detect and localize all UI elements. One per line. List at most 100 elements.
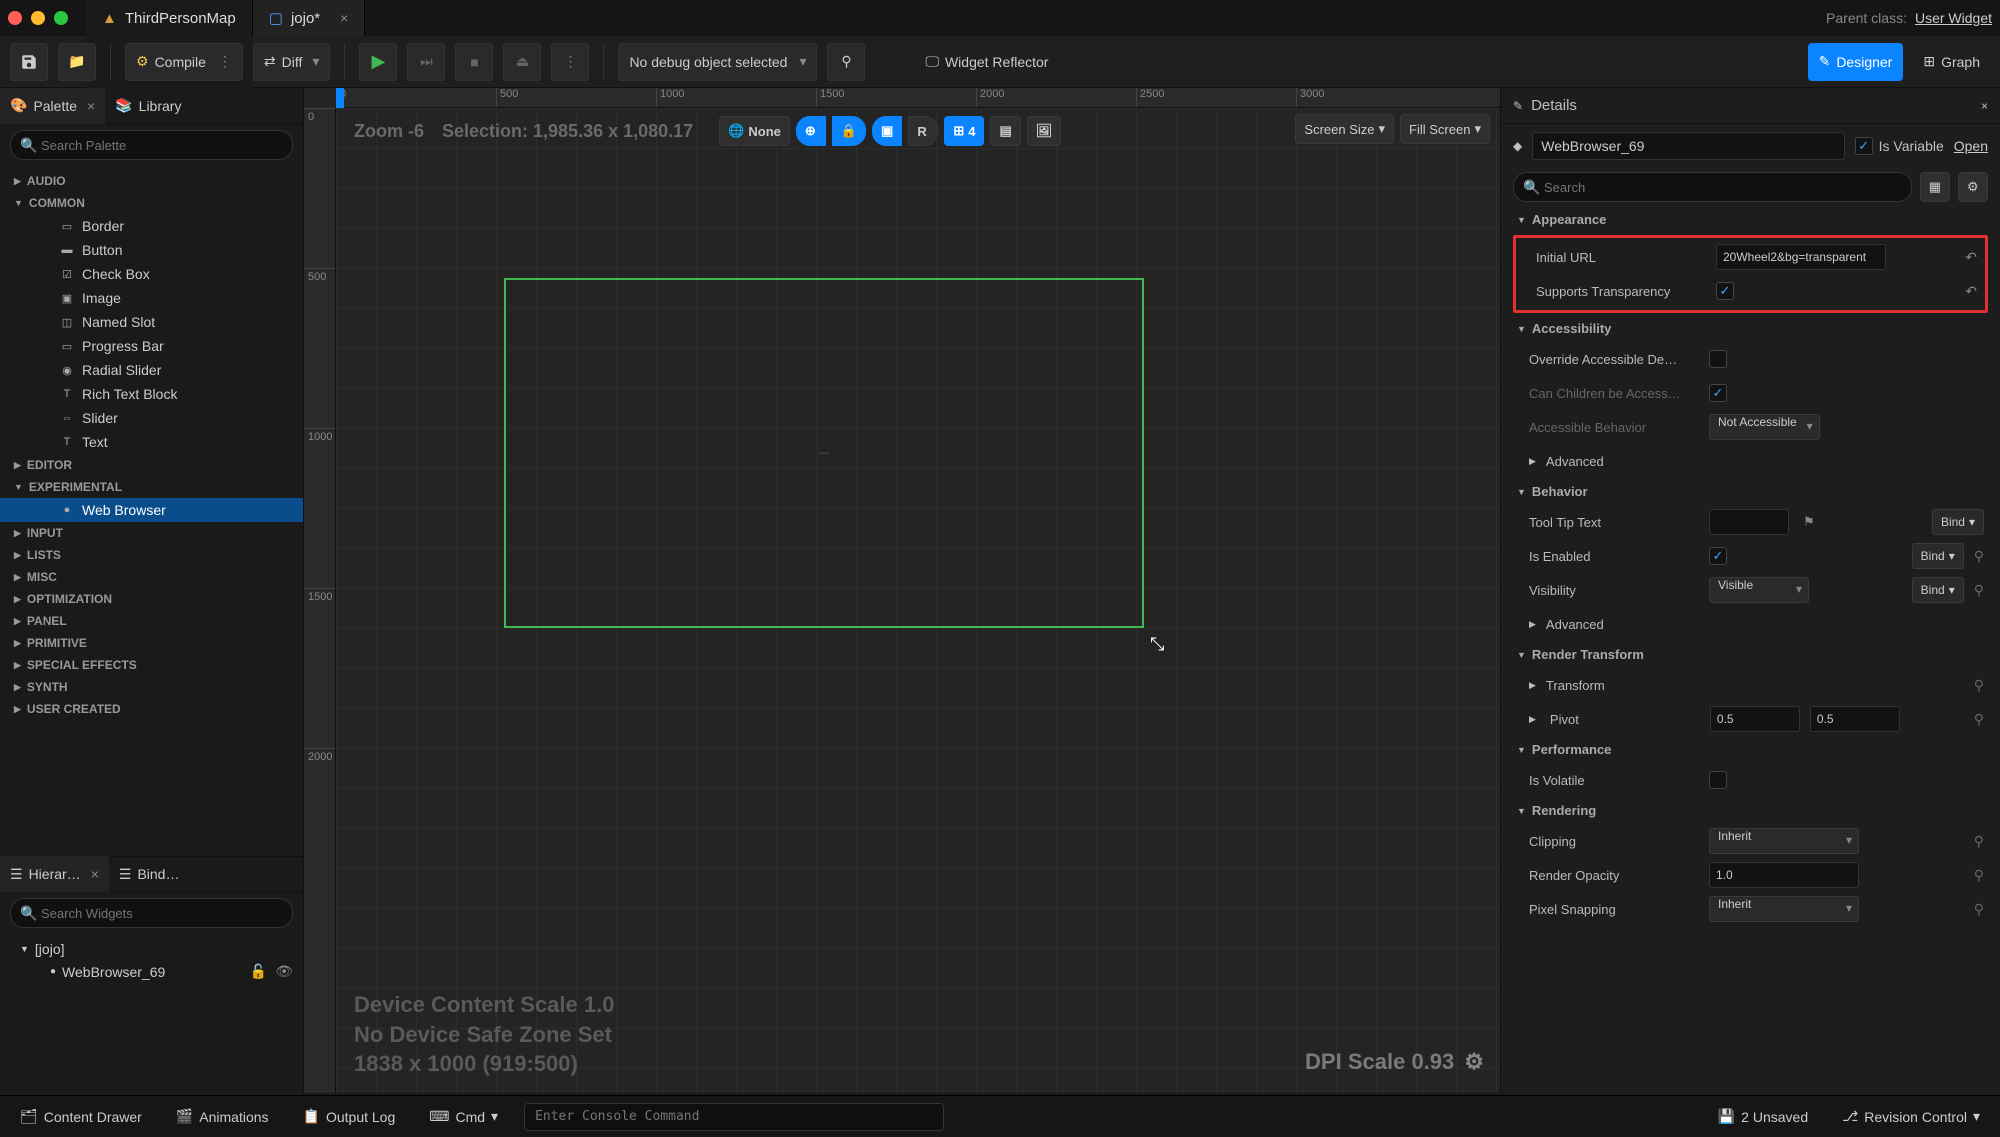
palette-item-text[interactable]: TText xyxy=(0,430,303,454)
details-search-input[interactable] xyxy=(1513,172,1912,202)
reset-icon[interactable]: ↶ xyxy=(1965,283,1977,300)
enabled-bind-button[interactable]: Bind▾ xyxy=(1912,543,1964,569)
flag-icon[interactable]: ⚑ xyxy=(1803,514,1815,530)
link-icon[interactable]: ⚲ xyxy=(1974,582,1984,599)
palette-tree[interactable]: ▶AUDIO ▼COMMON ▭Border ▬Button ☑Check Bo… xyxy=(0,166,303,856)
transform-row[interactable]: ▶Transform⚲ xyxy=(1509,668,1992,702)
bindings-tab[interactable]: ☰Bind… xyxy=(109,856,190,892)
palette-item-checkbox[interactable]: ☑Check Box xyxy=(0,262,303,286)
layout-toggle[interactable]: ▣ xyxy=(872,116,902,146)
palette-search-input[interactable] xyxy=(10,130,293,160)
debug-object-dropdown[interactable]: No debug object selected▾ xyxy=(618,43,817,81)
graph-mode-button[interactable]: ⊞Graph xyxy=(1913,43,1990,81)
r-button[interactable]: R xyxy=(908,116,938,146)
category-optimization[interactable]: ▶OPTIMIZATION xyxy=(0,588,303,610)
palette-item-richtext[interactable]: TRich Text Block xyxy=(0,382,303,406)
preview-bg-button[interactable]: ▤ xyxy=(990,116,1020,146)
window-minimize-dot[interactable] xyxy=(31,11,45,25)
palette-tab[interactable]: 🎨Palette× xyxy=(0,88,105,124)
close-tab-icon[interactable]: × xyxy=(340,10,348,26)
find-in-cb-button[interactable]: ⚲ xyxy=(827,43,865,81)
save-button[interactable] xyxy=(10,43,48,81)
open-link[interactable]: Open xyxy=(1954,138,1988,154)
selected-widget-outline[interactable]: — xyxy=(504,278,1144,628)
category-primitive[interactable]: ▶PRIMITIVE xyxy=(0,632,303,654)
initial-url-input[interactable] xyxy=(1716,244,1886,270)
diff-button[interactable]: ⇄Diff▾ xyxy=(253,43,331,81)
link-icon[interactable]: ⚲ xyxy=(1974,867,1984,884)
tooltip-bind-button[interactable]: Bind▾ xyxy=(1932,509,1984,535)
section-appearance[interactable]: ▼Appearance xyxy=(1509,206,1992,233)
visibility-bind-button[interactable]: Bind▾ xyxy=(1912,577,1964,603)
link-icon[interactable]: ⚲ xyxy=(1974,711,1984,728)
lock-toggle-2[interactable]: 🔒 xyxy=(832,116,866,146)
palette-item-border[interactable]: ▭Border xyxy=(0,214,303,238)
close-icon[interactable]: × xyxy=(87,98,95,114)
palette-item-button[interactable]: ▬Button xyxy=(0,238,303,262)
lock-toggle-1[interactable]: ⊕ xyxy=(796,116,826,146)
category-experimental[interactable]: ▼EXPERIMENTAL xyxy=(0,476,303,498)
designer-canvas[interactable]: 0 500 1000 1500 2000 2500 3000 0 500 100… xyxy=(304,88,1500,1093)
play-options-button[interactable]: ⋮ xyxy=(551,43,589,81)
volatile-checkbox[interactable] xyxy=(1709,771,1727,789)
accessibility-advanced[interactable]: ▶Advanced xyxy=(1509,444,1992,478)
revision-control-button[interactable]: ⎇Revision Control▾ xyxy=(1834,1108,1988,1125)
visibility-dropdown[interactable]: Visible xyxy=(1709,577,1809,603)
eject-button[interactable]: ⏏ xyxy=(503,43,541,81)
screen-size-dropdown[interactable]: Screen Size▾ xyxy=(1295,114,1394,144)
close-details-icon[interactable]: × xyxy=(1981,99,1988,113)
pivot-x-input[interactable] xyxy=(1710,706,1800,732)
is-variable-checkbox[interactable]: ✓ xyxy=(1855,137,1873,155)
supports-transparency-checkbox[interactable]: ✓ xyxy=(1716,282,1734,300)
grid-snap-button[interactable]: ⊞4 xyxy=(944,116,984,146)
behavior-advanced[interactable]: ▶Advanced xyxy=(1509,607,1992,641)
section-behavior[interactable]: ▼Behavior xyxy=(1509,478,1992,505)
category-specialfx[interactable]: ▶SPECIAL EFFECTS xyxy=(0,654,303,676)
parent-class-link[interactable]: User Widget xyxy=(1915,10,1992,26)
section-performance[interactable]: ▼Performance xyxy=(1509,736,1992,763)
loc-button[interactable]: 🌐None xyxy=(719,116,790,146)
gear-icon[interactable]: ⚙ xyxy=(1464,1049,1484,1075)
category-misc[interactable]: ▶MISC xyxy=(0,566,303,588)
link-icon[interactable]: ⚲ xyxy=(1974,548,1984,565)
opacity-input[interactable] xyxy=(1709,862,1859,888)
palette-item-webbrowser[interactable]: ●Web Browser xyxy=(0,498,303,522)
console-input[interactable] xyxy=(524,1103,944,1131)
step-button[interactable]: ⏭ xyxy=(407,43,445,81)
output-log-button[interactable]: 📋Output Log xyxy=(295,1108,404,1125)
reset-icon[interactable]: ↶ xyxy=(1965,249,1977,266)
category-input[interactable]: ▶INPUT xyxy=(0,522,303,544)
category-editor[interactable]: ▶EDITOR xyxy=(0,454,303,476)
override-accessible-checkbox[interactable] xyxy=(1709,350,1727,368)
pivot-y-input[interactable] xyxy=(1810,706,1900,732)
window-close-dot[interactable] xyxy=(8,11,22,25)
fill-screen-dropdown[interactable]: Fill Screen▾ xyxy=(1400,114,1490,144)
category-common[interactable]: ▼COMMON xyxy=(0,192,303,214)
section-render-transform[interactable]: ▼Render Transform xyxy=(1509,641,1992,668)
component-name-input[interactable] xyxy=(1532,132,1844,160)
library-tab[interactable]: 📚Library xyxy=(105,88,191,124)
window-zoom-dot[interactable] xyxy=(54,11,68,25)
cmd-dropdown[interactable]: ⌨Cmd▾ xyxy=(421,1108,506,1125)
browse-button[interactable]: 📁 xyxy=(58,43,96,81)
palette-item-slider[interactable]: ⇔Slider xyxy=(0,406,303,430)
widget-reflector-button[interactable]: 🖵Widget Reflector xyxy=(915,43,1058,81)
palette-item-progressbar[interactable]: ▭Progress Bar xyxy=(0,334,303,358)
property-matrix-button[interactable]: ▦ xyxy=(1920,172,1950,202)
link-icon[interactable]: ⚲ xyxy=(1974,833,1984,850)
image-button[interactable]: 🖼 xyxy=(1027,116,1062,146)
section-rendering[interactable]: ▼Rendering xyxy=(1509,797,1992,824)
category-audio[interactable]: ▶AUDIO xyxy=(0,170,303,192)
category-synth[interactable]: ▶SYNTH xyxy=(0,676,303,698)
link-icon[interactable]: ⚲ xyxy=(1974,677,1984,694)
palette-item-radialslider[interactable]: ◉Radial Slider xyxy=(0,358,303,382)
unsaved-button[interactable]: 💾2 Unsaved xyxy=(1710,1108,1816,1125)
section-accessibility[interactable]: ▼Accessibility xyxy=(1509,315,1992,342)
compile-button[interactable]: ⚙Compile⋮ xyxy=(125,43,243,81)
play-button[interactable]: ▶ xyxy=(359,43,397,81)
settings-button[interactable]: ⚙ xyxy=(1958,172,1988,202)
lock-icon[interactable]: 🔓 xyxy=(250,963,267,980)
link-icon[interactable]: ⚲ xyxy=(1974,901,1984,918)
hierarchy-tab[interactable]: ☰Hierar…× xyxy=(0,856,109,892)
enabled-checkbox[interactable]: ✓ xyxy=(1709,547,1727,565)
